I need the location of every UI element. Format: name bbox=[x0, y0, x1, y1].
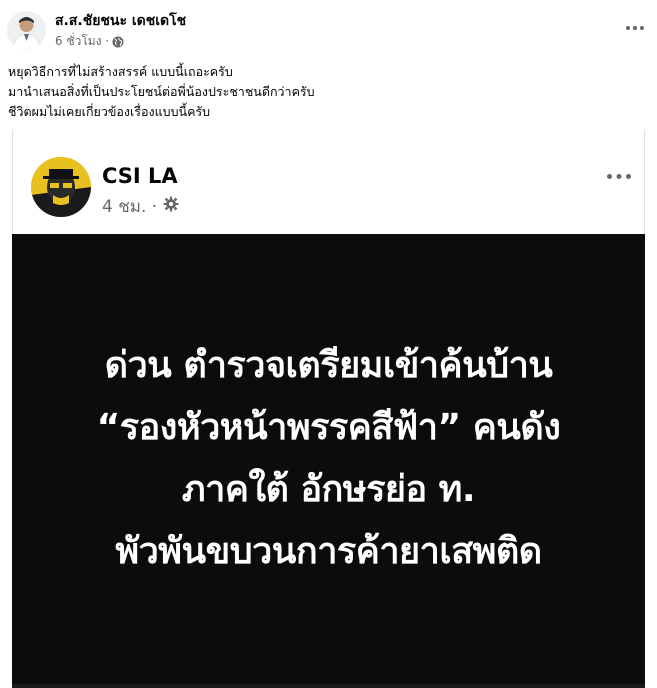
caption-line: หยุดวิธีการที่ไม่สร้างสรรค์ แบบนี้เถอะคร… bbox=[8, 64, 233, 79]
caption-line: มานำเสนอสิ่งที่เป็นประโยชน์ต่อพี่น้องประ… bbox=[8, 84, 315, 99]
author-name[interactable]: ส.ส.ชัยชนะ เดชเดโช bbox=[55, 10, 186, 32]
headline-line: ด่วน ตำรวจเตรียมเข้าค้นบ้าน bbox=[104, 345, 553, 386]
post-caption: หยุดวิธีการที่ไม่สร้างสรรค์ แบบนี้เถอะคร… bbox=[8, 62, 648, 122]
post-header: ส.ส.ชัยชนะ เดชเดโช 6 ชั่วโมง · bbox=[0, 0, 657, 58]
shared-post-image[interactable]: CSI LA 4 ชม. · ด่วน ตำรวจเตรียมเข้าค้นบ้… bbox=[12, 130, 645, 688]
shared-page-avatar bbox=[31, 157, 91, 217]
post-meta: 6 ชั่วโมง · bbox=[55, 32, 124, 51]
headline-line: ภาคใต้ อักษรย่อ ท. bbox=[181, 469, 476, 510]
post-time[interactable]: 6 ชั่วโมง · bbox=[55, 32, 109, 51]
author-avatar[interactable] bbox=[7, 11, 46, 50]
shared-headline: ด่วน ตำรวจเตรียมเข้าค้นบ้าน “รองหัวหน้าพ… bbox=[12, 335, 645, 583]
more-options-button[interactable] bbox=[621, 16, 649, 40]
shared-post-meta: 4 ชม. · bbox=[102, 193, 179, 220]
headline-line: “รองหัวหน้าพรรคสีฟ้า” คนดัง bbox=[96, 407, 561, 448]
shared-page-name: CSI LA bbox=[102, 164, 178, 188]
image-bottom-edge bbox=[12, 684, 645, 688]
gear-icon bbox=[163, 196, 179, 217]
headline-line: พัวพันขบวนการค้ายาเสพติด bbox=[115, 531, 542, 572]
globe-icon bbox=[112, 36, 124, 48]
more-icon bbox=[626, 26, 644, 30]
shared-post-time: 4 ชม. · bbox=[102, 197, 158, 217]
shared-more-icon bbox=[604, 166, 634, 186]
shared-post-header: CSI LA 4 ชม. · bbox=[12, 130, 645, 234]
caption-line: ชีวิตผมไม่เคยเกี่ยวข้องเรื่องแบบนี้ครับ bbox=[8, 104, 211, 119]
